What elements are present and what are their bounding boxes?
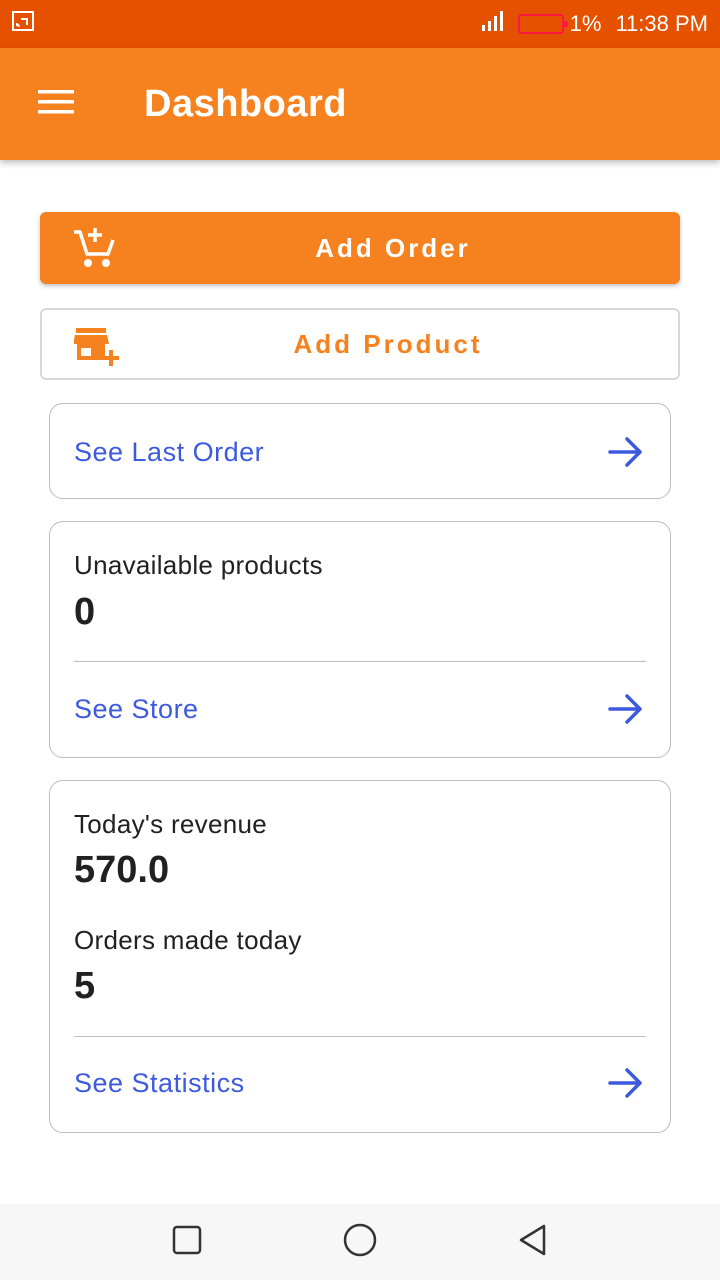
system-nav-bar	[0, 1204, 720, 1280]
see-store-link[interactable]: See Store	[74, 679, 646, 739]
back-triangle-icon	[518, 1223, 548, 1262]
status-bar: 1% 11:38 PM	[0, 0, 720, 48]
signal-icon	[480, 10, 506, 38]
add-store-icon	[73, 324, 120, 368]
circle-icon	[343, 1223, 377, 1262]
divider	[74, 1036, 646, 1037]
menu-button[interactable]	[20, 68, 92, 140]
page-title: Dashboard	[144, 82, 347, 125]
arrow-right-icon	[606, 432, 646, 472]
store-card: Unavailable products 0 See Store	[49, 521, 671, 758]
app-bar: Dashboard	[0, 48, 720, 160]
see-last-order-label: See Last Order	[74, 436, 265, 467]
menu-icon	[36, 87, 76, 122]
add-order-button[interactable]: Add Order	[40, 212, 680, 284]
unavailable-products-value: 0	[74, 591, 96, 633]
battery-icon	[517, 14, 568, 34]
see-last-order-link[interactable]: See Last Order	[74, 422, 646, 482]
divider	[74, 661, 646, 662]
add-product-button[interactable]: Add Product	[40, 308, 680, 380]
add-product-label: Add Product	[293, 328, 483, 359]
back-button[interactable]	[503, 1212, 563, 1272]
see-statistics-label: See Statistics	[74, 1067, 245, 1098]
see-statistics-link[interactable]: See Statistics	[74, 1053, 646, 1113]
screencast-icon	[12, 10, 36, 38]
square-icon	[172, 1225, 202, 1260]
battery-percent: 1%	[569, 11, 602, 36]
revenue-label: Today's revenue	[74, 809, 268, 839]
unavailable-products-label: Unavailable products	[74, 550, 323, 580]
revenue-value: 570.0	[74, 849, 170, 891]
clock: 11:38 PM	[615, 11, 708, 36]
arrow-right-icon	[606, 689, 646, 729]
see-store-label: See Store	[74, 693, 199, 724]
arrow-right-icon	[606, 1063, 646, 1103]
home-button[interactable]	[330, 1212, 390, 1272]
add-order-label: Add Order	[315, 232, 471, 263]
last-order-card: See Last Order	[49, 403, 671, 499]
orders-today-label: Orders made today	[74, 925, 302, 955]
statistics-card: Today's revenue 570.0 Orders made today …	[49, 780, 671, 1133]
orders-today-value: 5	[74, 965, 96, 1007]
recents-button[interactable]	[157, 1212, 217, 1272]
add-cart-icon	[72, 226, 118, 270]
